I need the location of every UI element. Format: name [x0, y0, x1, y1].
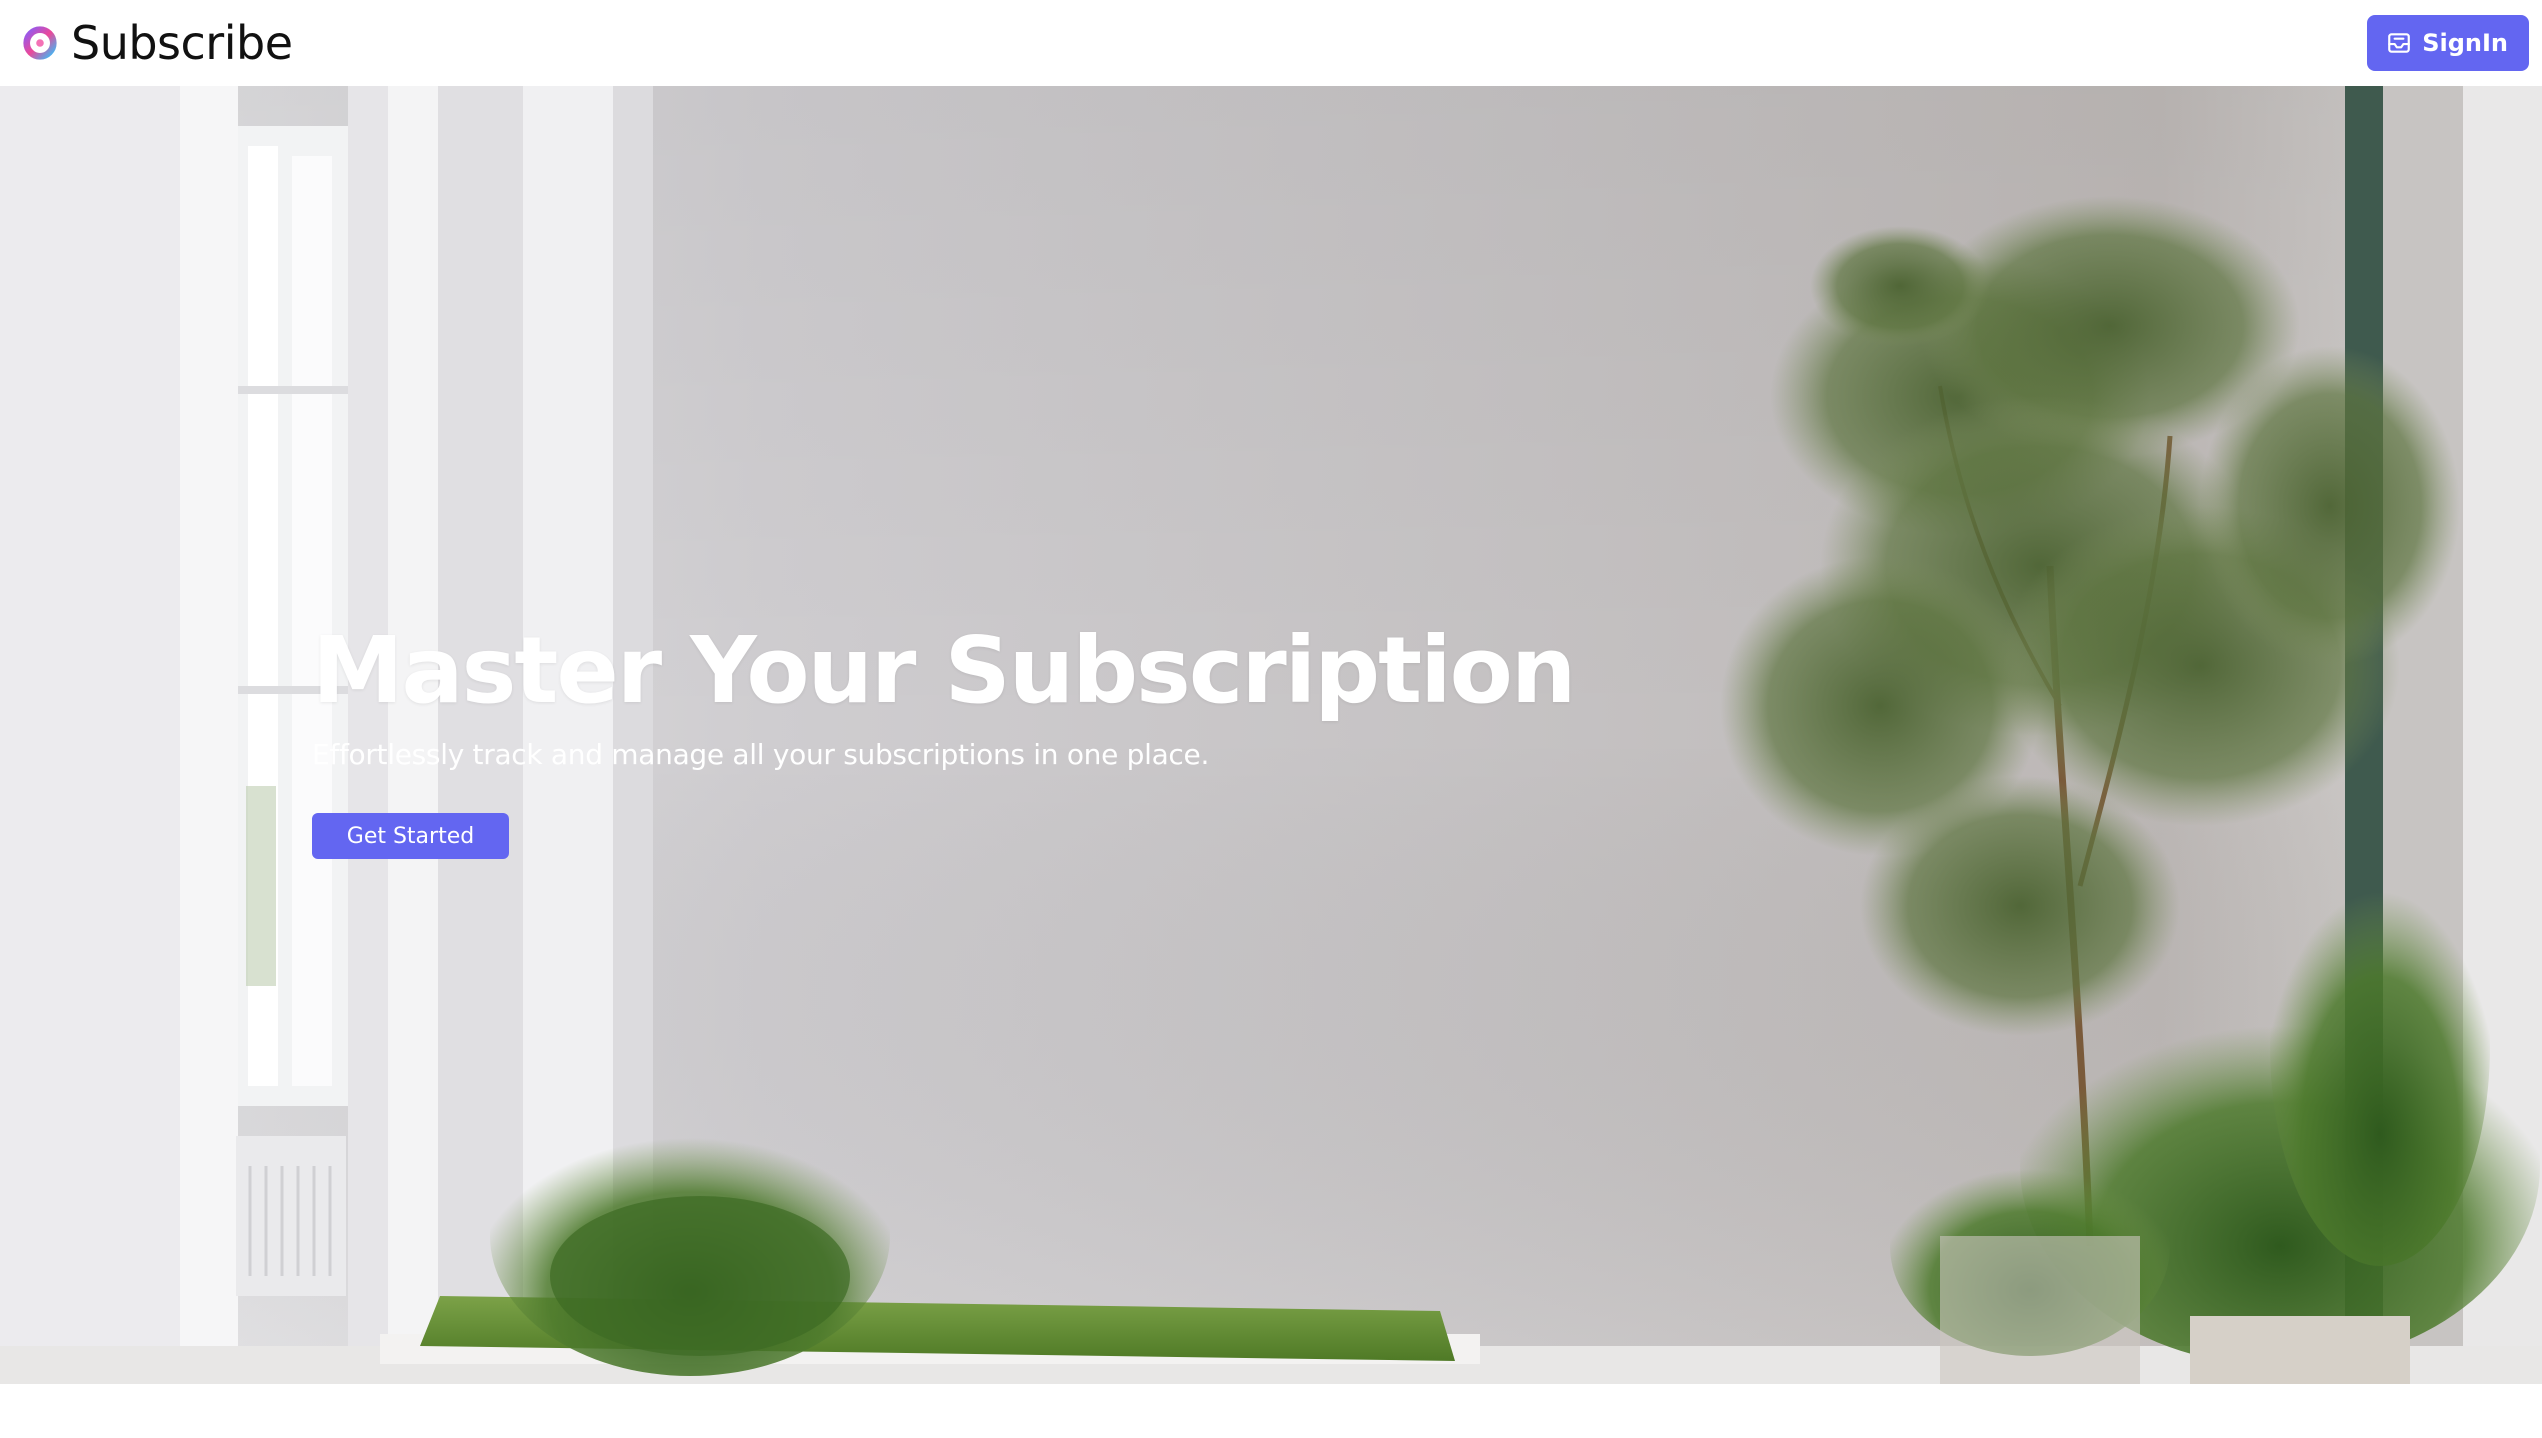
top-navbar: Subscribe SignIn — [0, 0, 2542, 86]
brand-name: Subscribe — [71, 16, 293, 70]
inbox-icon — [2388, 33, 2411, 53]
hero-section: Master Your Subscription Effortlessly tr… — [0, 86, 2542, 1384]
hero-title: Master Your Subscription — [312, 617, 1576, 724]
ring-logo-icon — [23, 26, 57, 60]
brand-link[interactable]: Subscribe — [21, 20, 293, 66]
hero-content: Master Your Subscription Effortlessly tr… — [312, 616, 1576, 860]
signin-button[interactable]: SignIn — [2367, 15, 2529, 71]
hero-subtitle: Effortlessly track and manage all your s… — [312, 738, 1210, 772]
signin-label: SignIn — [2422, 29, 2508, 57]
get-started-button[interactable]: Get Started — [312, 813, 509, 860]
